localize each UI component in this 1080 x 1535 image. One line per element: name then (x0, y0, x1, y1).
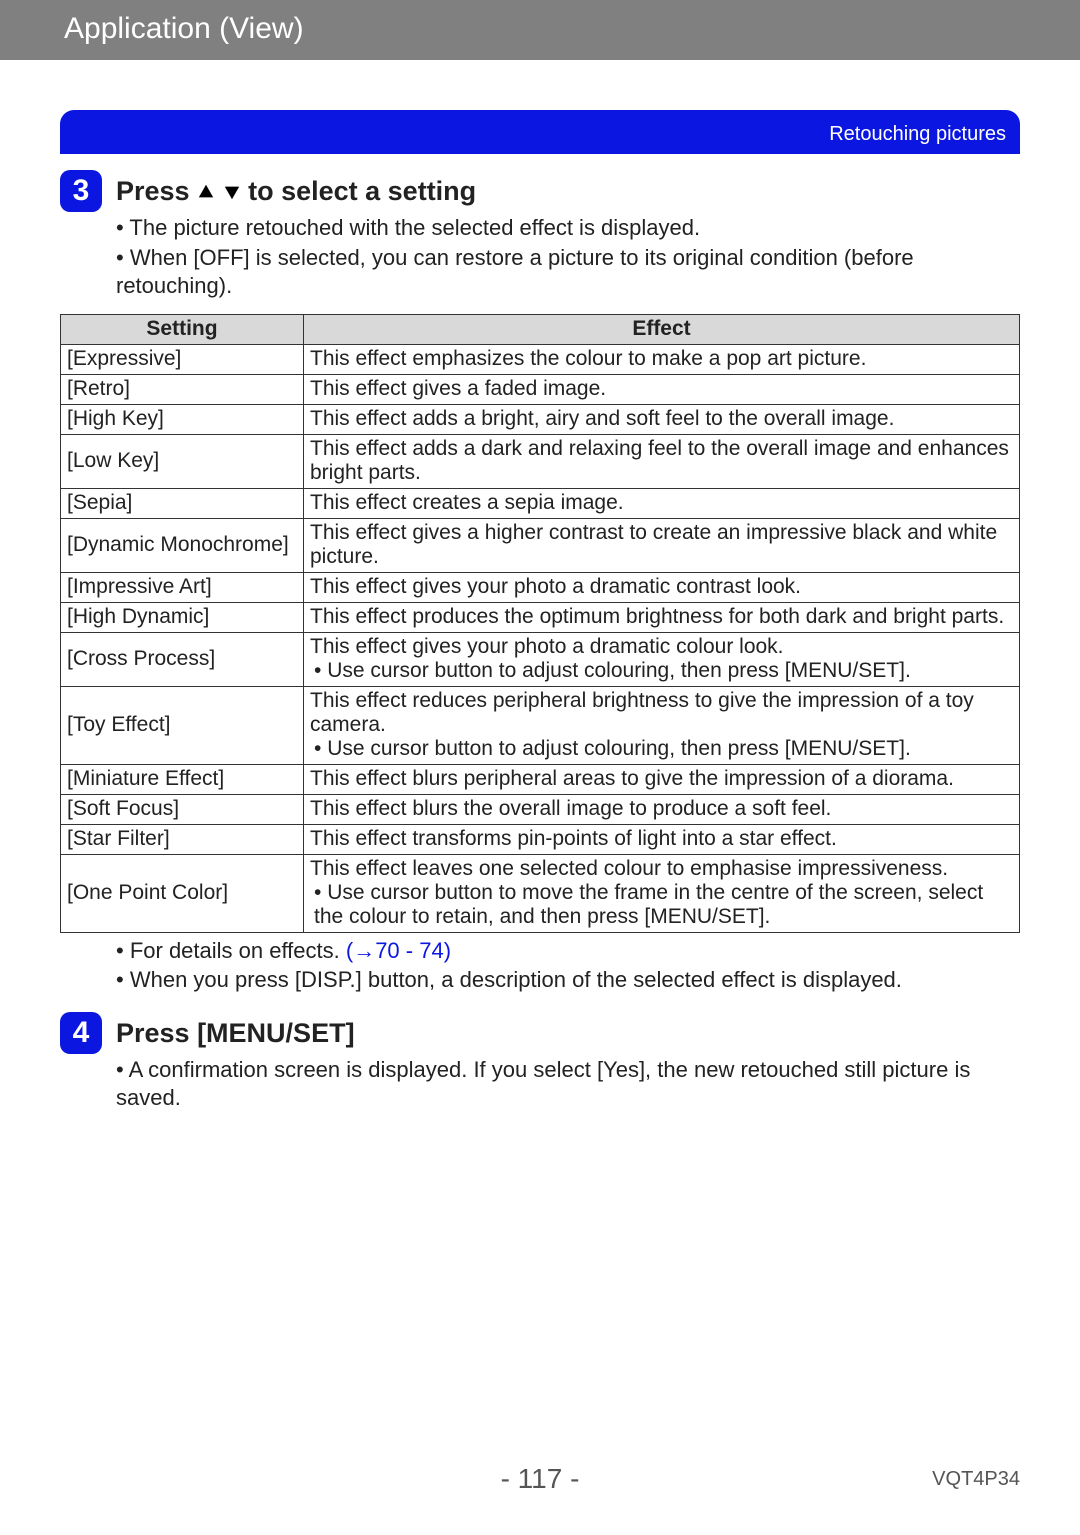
effect-text: This effect produces the optimum brightn… (310, 605, 1004, 628)
effect-cell: This effect gives your photo a dramatic … (304, 573, 1020, 603)
section-header: Application (View) (0, 0, 1080, 60)
effect-text: This effect gives your photo a dramatic … (310, 635, 784, 658)
effect-text: This effect reduces peripheral brightnes… (310, 689, 974, 736)
table-row: [Star Filter] This effect transforms pin-… (61, 825, 1020, 855)
table-row: [High Dynamic] This effect produces the o… (61, 603, 1020, 633)
setting-cell: [Dynamic Monochrome] (61, 519, 304, 573)
arrow-down-icon (223, 171, 241, 213)
setting-cell: [Expressive] (61, 345, 304, 375)
banner: Retouching pictures (60, 110, 1020, 154)
table-row: [High Key] This effect adds a bright, air… (61, 405, 1020, 435)
table-row: [Dynamic Monochrome]This effect gives a … (61, 519, 1020, 573)
effect-cell: This effect leaves one selected colour t… (304, 855, 1020, 933)
table-row: [Cross Process] This effect gives your ph… (61, 633, 1020, 687)
setting-cell: [Soft Focus] (61, 795, 304, 825)
setting-cell: [One Point Color] (61, 855, 304, 933)
effect-cell: This effect blurs peripheral areas to gi… (304, 765, 1020, 795)
step-number-badge: 4 (60, 1012, 102, 1054)
effect-text: This effect gives a higher contrast to c… (310, 521, 997, 568)
table-row: [Expressive] This effect emphasizes the c… (61, 345, 1020, 375)
arrow-up-icon (197, 171, 215, 213)
effect-sub-bullet: Use cursor button to adjust colouring, t… (314, 659, 1013, 683)
step-title: Press [MENU/SET] (116, 1012, 355, 1054)
manual-page: { "header": { "title": "Application (Vie… (0, 0, 1080, 1535)
setting-cell: [Star Filter] (61, 825, 304, 855)
table-row: [Impressive Art] This effect gives your p… (61, 573, 1020, 603)
effect-text: This effect creates a sepia image. (310, 491, 624, 514)
step3-bullet: When [OFF] is selected, you can restore … (116, 244, 1020, 300)
page-footer: - 117 - VQT4P34 (0, 1463, 1080, 1495)
table-row: [Soft Focus] This effect blurs the overal… (61, 795, 1020, 825)
setting-cell: [Sepia] (61, 489, 304, 519)
step-title-suffix: to select a setting (248, 176, 476, 206)
col-effect-header: Effect (304, 315, 1020, 345)
after-table-notes: For details on effects. (→70 - 74) When … (116, 937, 1020, 993)
page-number: - 117 - (0, 1463, 1080, 1495)
effect-cell: This effect adds a bright, airy and soft… (304, 405, 1020, 435)
effect-sub-bullet: Use cursor button to adjust colouring, t… (314, 737, 1013, 761)
step-body: The picture retouched with the selected … (116, 214, 1020, 300)
step-title-prefix: Press (116, 176, 197, 206)
page-reference-link[interactable]: (→70 - 74) (346, 938, 451, 963)
step-head: 3 Press to select a setting (60, 170, 1020, 212)
step4-bullet: A confirmation screen is displayed. If y… (116, 1056, 1020, 1112)
effect-cell: This effect creates a sepia image. (304, 489, 1020, 519)
table-row: [Sepia] This effect creates a sepia image… (61, 489, 1020, 519)
step-3: 3 Press to select a setting The picture … (60, 154, 1020, 300)
effect-cell: This effect gives your photo a dramatic … (304, 633, 1020, 687)
step-body: A confirmation screen is displayed. If y… (116, 1056, 1020, 1112)
effect-text: This effect gives a faded image. (310, 377, 606, 400)
effect-cell: This effect adds a dark and relaxing fee… (304, 435, 1020, 489)
document-code: VQT4P34 (932, 1468, 1020, 1491)
note-line: For details on effects. (→70 - 74) (116, 937, 1020, 965)
effect-cell: This effect produces the optimum brightn… (304, 603, 1020, 633)
step-number-badge: 3 (60, 170, 102, 212)
step3-bullet: The picture retouched with the selected … (116, 214, 1020, 242)
note-text: For details on effects. (130, 938, 346, 963)
effect-cell: This effect transforms pin-points of lig… (304, 825, 1020, 855)
setting-cell: [Low Key] (61, 435, 304, 489)
table-header-row: Setting Effect (61, 315, 1020, 345)
effect-cell: This effect emphasizes the colour to mak… (304, 345, 1020, 375)
effect-cell: This effect gives a higher contrast to c… (304, 519, 1020, 573)
effect-text: This effect adds a bright, airy and soft… (310, 407, 894, 430)
effect-text: This effect emphasizes the colour to mak… (310, 347, 866, 370)
col-setting-header: Setting (61, 315, 304, 345)
breadcrumb: Retouching pictures (829, 123, 1006, 146)
effect-cell: This effect blurs the overall image to p… (304, 795, 1020, 825)
effect-cell: This effect gives a faded image. (304, 375, 1020, 405)
effect-text: This effect transforms pin-points of lig… (310, 827, 837, 850)
step-head: 4 Press [MENU/SET] (60, 1012, 1020, 1054)
effect-text: This effect gives your photo a dramatic … (310, 575, 801, 598)
note-line: When you press [DISP.] button, a descrip… (116, 966, 1020, 994)
step-title: Press to select a setting (116, 170, 476, 212)
effect-text: This effect leaves one selected colour t… (310, 857, 948, 880)
effect-cell: This effect reduces peripheral brightnes… (304, 687, 1020, 765)
setting-cell: [Retro] (61, 375, 304, 405)
effect-text: This effect adds a dark and relaxing fee… (310, 437, 1009, 484)
table-row: [Miniature Effect] This effect blurs peri… (61, 765, 1020, 795)
table-row: [Retro] This effect gives a faded image. (61, 375, 1020, 405)
effects-table: Setting Effect [Expressive] This effect e… (60, 314, 1020, 933)
setting-cell: [High Dynamic] (61, 603, 304, 633)
table-row: [Low Key]This effect adds a dark and rel… (61, 435, 1020, 489)
table-row: [Toy Effect]This effect reduces peripher… (61, 687, 1020, 765)
setting-cell: [Cross Process] (61, 633, 304, 687)
effect-sub-bullet: Use cursor button to move the frame in t… (314, 881, 1013, 929)
step-4: 4 Press [MENU/SET] A confirmation screen… (60, 994, 1020, 1112)
setting-cell: [Impressive Art] (61, 573, 304, 603)
section-title: Application (View) (64, 12, 304, 45)
effect-text: This effect blurs the overall image to p… (310, 797, 831, 820)
setting-cell: [High Key] (61, 405, 304, 435)
effect-text: This effect blurs peripheral areas to gi… (310, 767, 954, 790)
setting-cell: [Toy Effect] (61, 687, 304, 765)
table-row: [One Point Color] This effect leaves one … (61, 855, 1020, 933)
setting-cell: [Miniature Effect] (61, 765, 304, 795)
